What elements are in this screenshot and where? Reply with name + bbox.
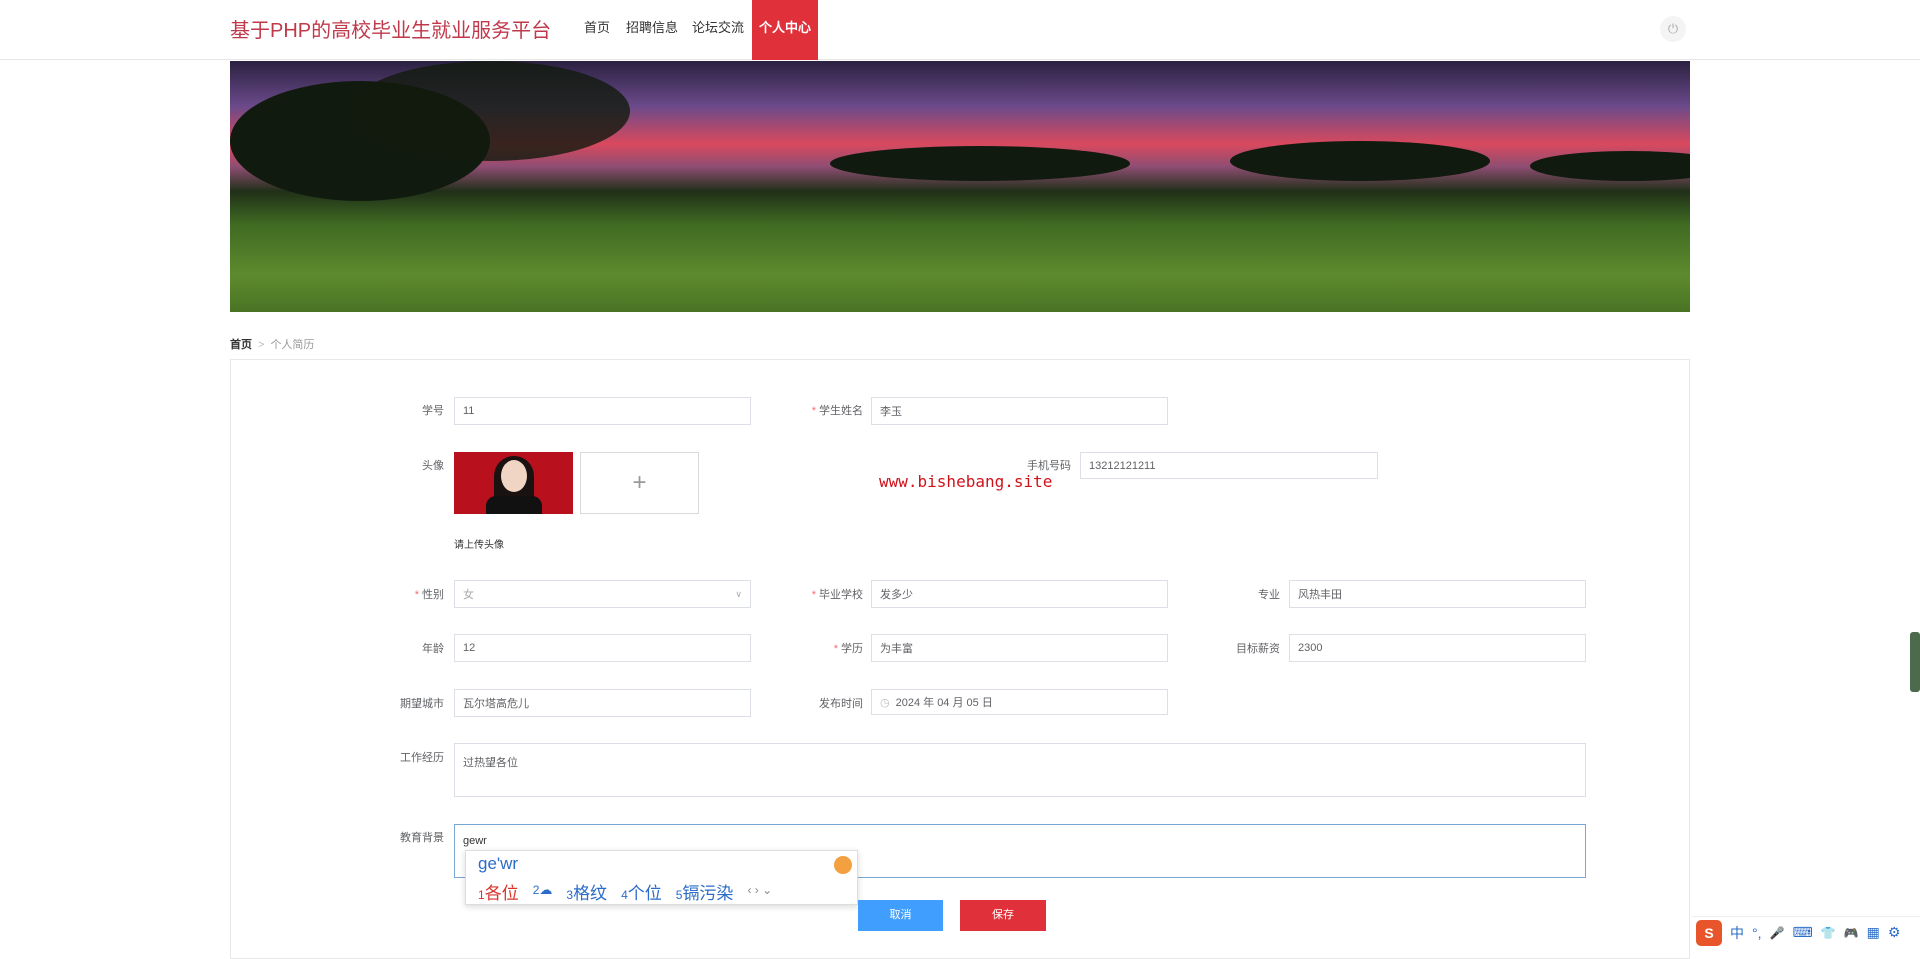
salary-input[interactable]: 2300	[1289, 634, 1586, 662]
phone-input[interactable]: 13212121211	[1080, 452, 1378, 479]
label-school: * 毕业学校	[811, 589, 863, 601]
skin-icon[interactable]: 👕	[1821, 926, 1836, 940]
ime-candidates: 1各位 2☁ 3格纹 4个位 5镉污染 ‹ › ⌄	[478, 879, 772, 904]
label-salary: 目标薪资	[1236, 643, 1280, 655]
microphone-icon[interactable]: 🎤	[1770, 926, 1785, 940]
ime-candidate[interactable]: 2☁	[533, 879, 553, 904]
save-button[interactable]: 保存	[960, 900, 1046, 931]
label-name: * 学生姓名	[811, 405, 863, 417]
nav-jobs[interactable]: 招聘信息	[626, 0, 678, 60]
banner-image	[230, 61, 1690, 312]
power-icon[interactable]: ⏻	[1660, 16, 1686, 42]
site-title[interactable]: 基于PHP的高校毕业生就业服务平台	[230, 14, 551, 43]
label-age: 年龄	[422, 643, 444, 655]
chevron-down-icon: ∨	[735, 588, 742, 599]
avatar-image[interactable]	[454, 452, 573, 514]
label-gender: * 性别	[414, 589, 444, 601]
school-input[interactable]: 发多少	[871, 580, 1168, 608]
label-city: 期望城市	[400, 698, 444, 710]
age-input[interactable]: 12	[454, 634, 751, 662]
ime-page-nav[interactable]: ‹ › ⌄	[747, 879, 772, 904]
settings-icon[interactable]: ⚙	[1888, 924, 1901, 941]
label-edu-bg: 教育背景	[400, 832, 444, 844]
label-education: * 学历	[833, 643, 863, 655]
city-input[interactable]: 瓦尔塔高危儿	[454, 689, 751, 717]
nav-forum[interactable]: 论坛交流	[692, 0, 744, 60]
game-icon[interactable]: 🎮	[1844, 926, 1859, 940]
keyboard-icon[interactable]: ⌨	[1792, 924, 1812, 941]
clock-icon: ◷	[880, 696, 890, 709]
scrollbar-thumb[interactable]	[1910, 632, 1920, 692]
label-phone: 手机号码	[1027, 460, 1071, 472]
work-experience-textarea[interactable]: 过热望各位	[454, 743, 1586, 797]
upload-avatar-button[interactable]: +	[580, 452, 699, 514]
chinese-mode-icon[interactable]: 中	[1730, 923, 1744, 943]
breadcrumb-home[interactable]: 首页	[230, 339, 252, 351]
toolbox-icon[interactable]: ▦	[1867, 924, 1880, 941]
major-input[interactable]: 风热丰田	[1289, 580, 1586, 608]
label-avatar: 头像	[422, 460, 444, 472]
ime-candidate[interactable]: 4个位	[621, 879, 662, 904]
label-student-no: 学号	[422, 405, 444, 417]
breadcrumb: 首页 > 个人简历	[230, 336, 314, 352]
sogou-logo[interactable]: S	[1696, 919, 1722, 946]
ime-composition: ge'wr	[478, 854, 519, 873]
education-input[interactable]: 为丰富	[871, 634, 1168, 662]
punctuation-icon[interactable]: °,	[1752, 925, 1762, 941]
ime-candidate[interactable]: 1各位	[478, 879, 519, 904]
ime-candidate[interactable]: 3格纹	[566, 879, 607, 904]
avatar-hint: 请上传头像	[454, 540, 504, 551]
label-publish-time: 发布时间	[819, 698, 863, 710]
ime-candidate[interactable]: 5镉污染	[676, 879, 734, 904]
breadcrumb-separator: >	[258, 339, 265, 351]
label-major: 专业	[1258, 589, 1280, 601]
ime-skin-icon	[834, 856, 852, 874]
name-input[interactable]: 李玉	[871, 397, 1168, 425]
nav-personal-center[interactable]: 个人中心	[752, 0, 818, 60]
label-work: 工作经历	[400, 752, 444, 764]
ime-toolbar: S 中 °, 🎤 ⌨ 👕 🎮 ▦ ⚙	[1692, 916, 1920, 948]
ime-candidate-popup: ge'wr 1各位 2☁ 3格纹 4个位 5镉污染 ‹ › ⌄	[465, 850, 858, 905]
student-no-input[interactable]: 11	[454, 397, 751, 425]
watermark: www.bishebang.site	[879, 472, 1053, 491]
breadcrumb-current: 个人简历	[270, 339, 315, 351]
cancel-button[interactable]: 取消	[858, 900, 943, 931]
publish-time-picker[interactable]: ◷ 2024 年 04 月 05 日	[871, 689, 1168, 715]
nav-home[interactable]: 首页	[584, 0, 610, 60]
gender-select[interactable]: 女 ∨	[454, 580, 751, 608]
